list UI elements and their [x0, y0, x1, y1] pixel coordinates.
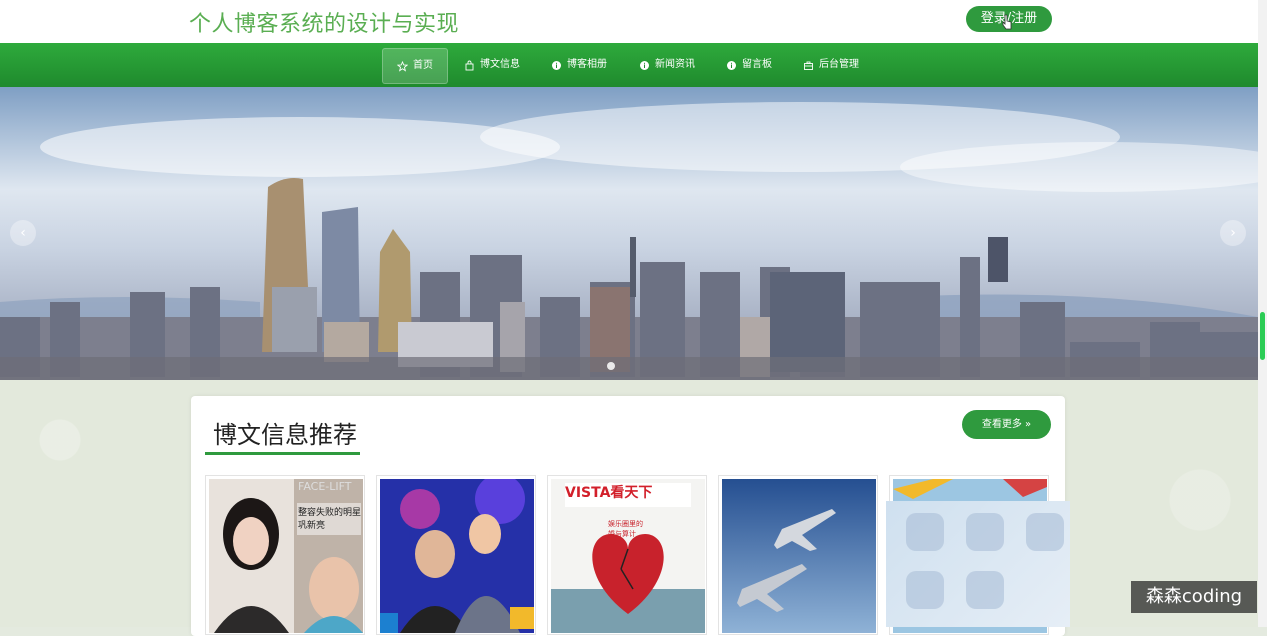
watermark-label: 森森coding — [1131, 581, 1257, 613]
banner-carousel — [0, 87, 1258, 380]
scrollbar-thumb[interactable] — [1260, 312, 1265, 360]
info-icon — [551, 60, 562, 71]
nav-item-label: 博客相册 — [567, 59, 607, 70]
blog-card[interactable] — [376, 475, 536, 635]
nav-item-news[interactable]: 新闻资讯 — [639, 48, 695, 82]
nav-item-label: 首页 — [413, 60, 433, 71]
card-caption-line2: 娱乐圈里的 — [608, 520, 643, 528]
briefcase-icon — [803, 60, 814, 71]
nav-item-admin[interactable]: 后台管理 — [803, 48, 859, 82]
bag-icon — [464, 60, 475, 71]
blog-card[interactable]: VISTA看天下 娱乐圈里的 婚与算计 — [547, 475, 707, 635]
info-icon — [639, 60, 650, 71]
card-caption-line2: 整容失败的明星 — [298, 508, 362, 518]
blog-card[interactable]: FACE-LIFT 整容失败的明星 巩新亮 — [205, 475, 365, 635]
carousel-next-button[interactable]: › — [1220, 220, 1246, 246]
city-skyline-image — [0, 87, 1258, 380]
nav-item-label: 博文信息 — [480, 59, 520, 70]
nav-item-home[interactable]: 首页 — [382, 48, 448, 84]
main-nav: 首页 博文信息 博客相册 新闻资讯 留言板 后台管理 — [0, 43, 1258, 87]
carousel-prev-button[interactable]: ‹ — [10, 220, 36, 246]
card-caption-line3: 婚与算计 — [608, 530, 636, 538]
carousel-indicator-dot[interactable] — [607, 362, 615, 370]
card-caption-line1: VISTA看天下 — [565, 485, 653, 501]
nav-item-label: 后台管理 — [819, 59, 859, 70]
info-icon — [726, 60, 737, 71]
nav-item-guestbook[interactable]: 留言板 — [726, 48, 772, 82]
nav-item-blog-info[interactable]: 博文信息 — [464, 48, 520, 82]
card-thumbnail — [380, 479, 534, 633]
card-thumbnail — [722, 479, 876, 633]
card-thumbnail — [551, 479, 705, 633]
card-thumbnail — [209, 479, 363, 633]
card-caption-line1: FACE-LIFT — [298, 480, 352, 493]
site-title: 个人博客系统的设计与实现 — [189, 12, 460, 37]
card-caption-line3: 巩新亮 — [298, 521, 326, 531]
hand-cursor-icon — [1002, 14, 1012, 30]
section-title: 博文信息推荐 — [213, 421, 357, 449]
nav-item-label: 新闻资讯 — [655, 59, 695, 70]
nav-item-album[interactable]: 博客相册 — [551, 48, 607, 82]
view-more-button[interactable]: 查看更多 » — [962, 410, 1051, 439]
top-header: 个人博客系统的设计与实现 登录/注册 — [0, 0, 1258, 43]
star-icon — [397, 60, 408, 72]
title-underline — [205, 452, 360, 455]
blurred-overlay — [886, 501, 1070, 627]
nav-item-label: 留言板 — [742, 59, 772, 70]
blog-card[interactable] — [718, 475, 878, 635]
